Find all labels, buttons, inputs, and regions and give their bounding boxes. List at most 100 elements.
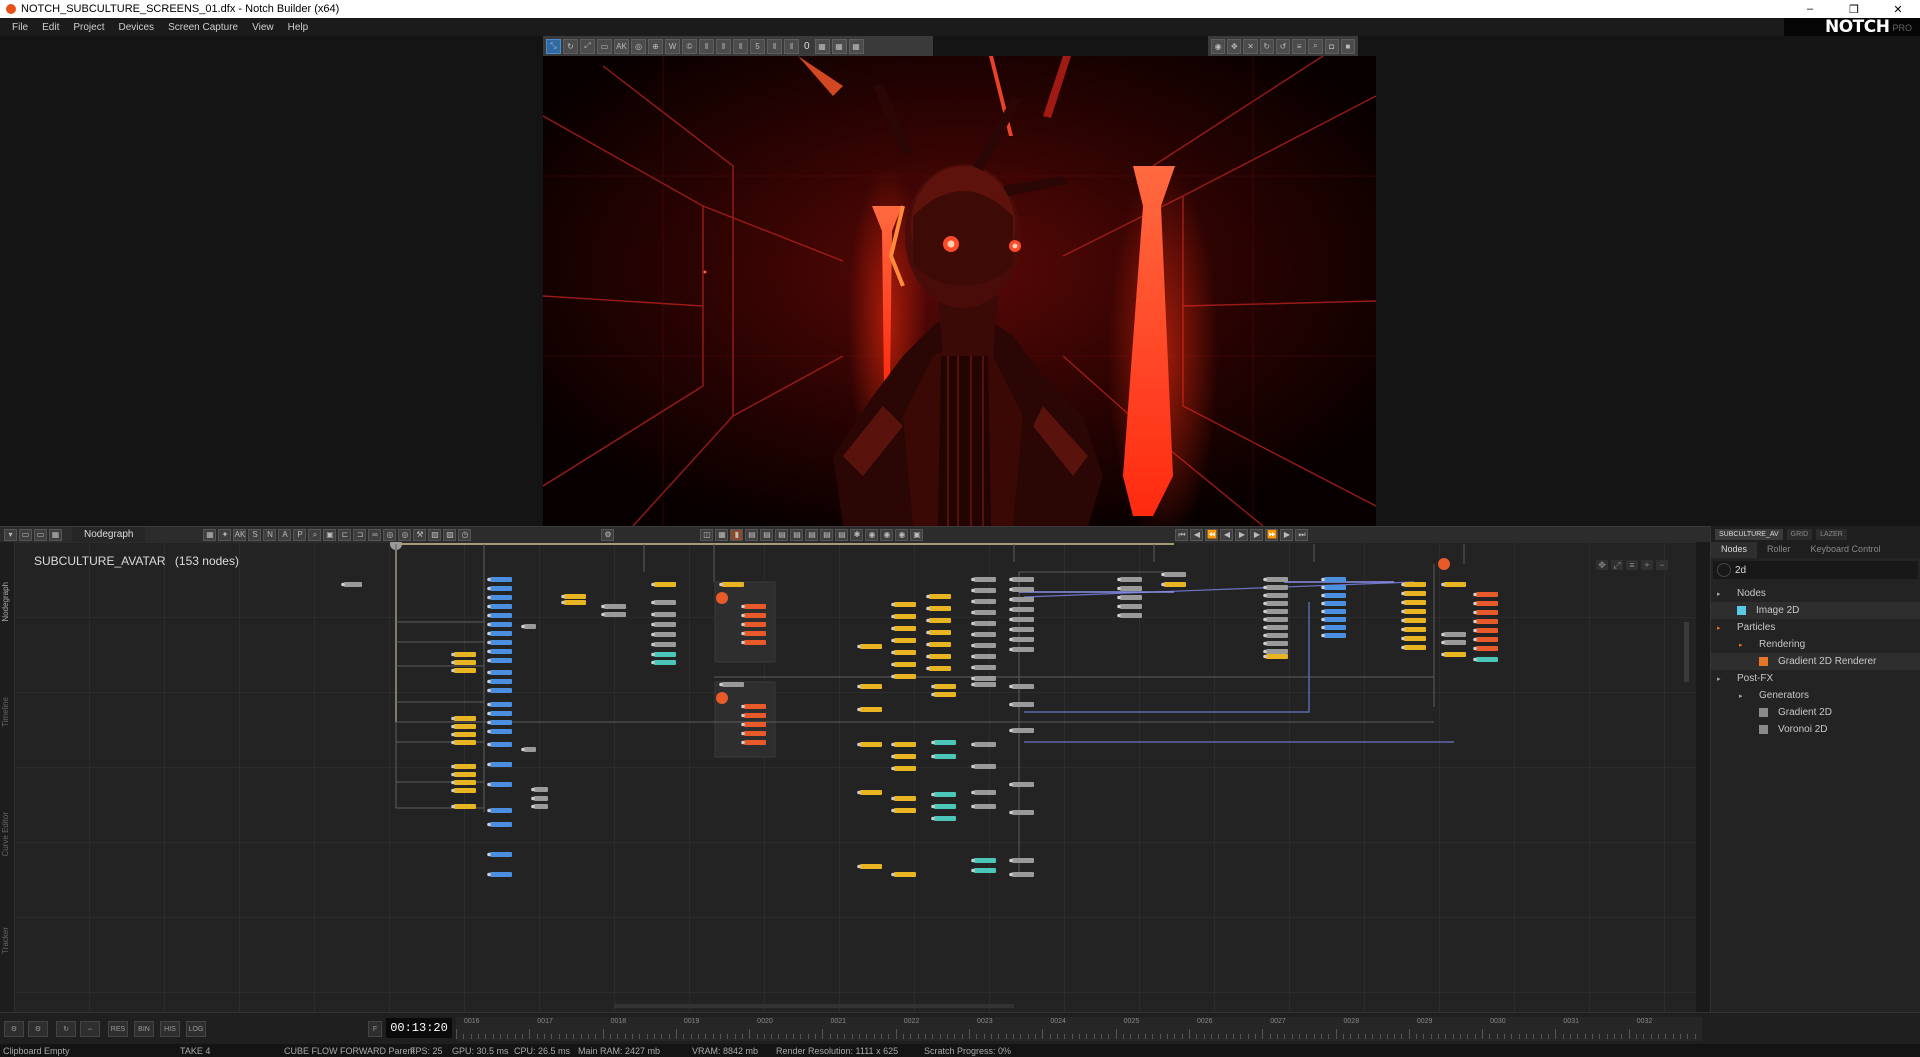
playhead-mode-icon[interactable]: F	[368, 1021, 382, 1037]
tree-item-particles[interactable]: ▸ Particles	[1711, 619, 1920, 636]
step-icon[interactable]: ‖	[716, 38, 731, 54]
grid-step-icon[interactable]: ‖	[733, 38, 748, 54]
maximize-button[interactable]: ❐	[1832, 0, 1876, 18]
snap-angle-icon[interactable]: ‖	[784, 38, 799, 54]
zoom-icon[interactable]: ⌕	[1308, 38, 1323, 54]
nodegraph-canvas[interactable]: SUBCULTURE_AVATAR (153 nodes) ✥ ⤢ ≡ + −	[14, 542, 1696, 1012]
tree-item-post-fx[interactable]: ▸ Post-FX	[1711, 670, 1920, 687]
color-channels-icon[interactable]: ▮	[730, 528, 744, 541]
frame-value[interactable]: 0	[801, 41, 813, 52]
tool-icon[interactable]: ⚒	[413, 528, 427, 541]
menu-help[interactable]: Help	[281, 22, 316, 33]
step-forward-icon[interactable]: ▶	[1250, 528, 1264, 541]
tree-item-nodes[interactable]: ▸ Nodes	[1711, 585, 1920, 602]
layer-tab-lazer[interactable]: LAZER	[1816, 528, 1847, 540]
link-icon[interactable]: ∞	[368, 528, 382, 541]
menu-file[interactable]: File	[0, 22, 35, 33]
view-grid-icon[interactable]: ▦	[715, 528, 729, 541]
snap-grid-icon[interactable]: ‖	[767, 38, 782, 54]
group-icon[interactable]: ◎	[383, 528, 397, 541]
side-tab-nodegraph[interactable]: Nodegraph	[1, 582, 13, 622]
render-viewport[interactable]	[543, 56, 1376, 526]
tree-item-image-2d[interactable]: Image 2D	[1711, 602, 1920, 619]
bars-icon[interactable]: ‖	[699, 38, 714, 54]
a-button[interactable]: A	[278, 528, 292, 541]
video-camera-icon[interactable]: ■	[1340, 38, 1355, 54]
n-button[interactable]: N	[263, 528, 277, 541]
menu-project[interactable]: Project	[66, 22, 111, 33]
play-icon[interactable]: ▶	[1235, 528, 1249, 541]
menu-screen-capture[interactable]: Screen Capture	[161, 22, 245, 33]
align-left-icon[interactable]: ⊏	[338, 528, 352, 541]
bin-button[interactable]: BIN	[134, 1021, 154, 1037]
snap-icon[interactable]: 5	[750, 38, 765, 54]
layout-alt-icon[interactable]: ▦	[831, 38, 847, 54]
fast-forward-icon[interactable]: ⏩	[1265, 528, 1279, 541]
view-f-icon[interactable]: ▤	[820, 528, 834, 541]
tree-item-gradient-2d[interactable]: Gradient 2D	[1711, 704, 1920, 721]
skip-end-icon[interactable]: ⏭	[1295, 528, 1309, 541]
tab-nodes[interactable]: Nodes	[1711, 542, 1758, 558]
render-settings-icon[interactable]: ⚙	[28, 1021, 48, 1037]
res-button[interactable]: RES	[108, 1021, 128, 1037]
p-button[interactable]: P	[293, 528, 307, 541]
close-button[interactable]: ✕	[1876, 0, 1920, 18]
layer-tab-subculture[interactable]: SUBCULTURE_AV	[1715, 528, 1783, 540]
camera-icon[interactable]: ◘	[1324, 38, 1339, 54]
tree-item-voronoi-2d[interactable]: Voronoi 2D	[1711, 721, 1920, 738]
view-c-icon[interactable]: ▤	[775, 528, 789, 541]
view-d-icon[interactable]: ▤	[790, 528, 804, 541]
search-icon[interactable]: ⌕	[308, 528, 322, 541]
side-tab-timeline[interactable]: Timeline	[1, 697, 13, 727]
node-search-input[interactable]	[1735, 564, 1918, 576]
minimize-button[interactable]: –	[1788, 0, 1832, 18]
tab-roller[interactable]: Roller	[1757, 542, 1801, 558]
camera-orbit-icon[interactable]: ◉	[1211, 38, 1226, 54]
copyright-icon[interactable]: ©	[682, 38, 697, 54]
panel-menu-icon[interactable]: ▾	[4, 528, 17, 541]
side-tab-curve-editor[interactable]: Curve Editor	[1, 812, 13, 856]
grid-icon[interactable]: ▦	[203, 528, 217, 541]
select-icon[interactable]: ▭	[597, 38, 612, 54]
side-tab-tracker[interactable]: Tracker	[1, 927, 13, 954]
refresh-cycle-icon[interactable]: ↻	[56, 1021, 76, 1037]
timeline-ruler[interactable]: 0016 0017 0018 0019 0020 0021 0022 0023 0024 0025…	[456, 1017, 1702, 1041]
log-button[interactable]: LOG	[186, 1021, 206, 1037]
tab-nodegraph[interactable]: Nodegraph	[72, 526, 146, 543]
layout-icon[interactable]: ▦	[814, 38, 830, 54]
move-icon[interactable]: ✥	[1227, 38, 1242, 54]
wand-icon[interactable]: ✦	[218, 528, 232, 541]
transform-icon[interactable]: ✕	[1243, 38, 1258, 54]
clock-icon[interactable]: ◷	[458, 528, 472, 541]
view-b-icon[interactable]: ▤	[760, 528, 774, 541]
layer-icon[interactable]: ▭	[19, 528, 32, 541]
hatch-icon[interactable]: ▨	[443, 528, 457, 541]
align-icon[interactable]: ⊐	[353, 528, 367, 541]
menu-devices[interactable]: Devices	[111, 22, 161, 33]
target-icon[interactable]: ◎	[631, 38, 646, 54]
view-k-icon[interactable]: ▣	[910, 528, 924, 541]
move-arrows-icon[interactable]: ⇔	[80, 1021, 100, 1037]
tree-item-gradient-2d-renderer[interactable]: Gradient 2D Renderer	[1711, 653, 1920, 670]
refresh-icon[interactable]: ↻	[1259, 38, 1274, 54]
scale-icon[interactable]: ⤢	[580, 38, 595, 54]
axis-icon[interactable]: ⤡	[546, 38, 561, 54]
loop-icon[interactable]: ◀	[1190, 528, 1204, 541]
layer-copy-icon[interactable]: ▭	[34, 528, 47, 541]
view-h-icon[interactable]: ◉	[865, 528, 879, 541]
tree-item-rendering[interactable]: ▸ Rendering	[1711, 636, 1920, 653]
undo-view-icon[interactable]: ↺	[1275, 38, 1291, 54]
settings-gear-icon[interactable]: ⚙	[4, 1021, 24, 1037]
view-i-icon[interactable]: ◉	[880, 528, 894, 541]
frame-icon[interactable]: ▣	[323, 528, 337, 541]
skip-start-icon[interactable]: ⏮	[1175, 528, 1189, 541]
clear-search-icon[interactable]	[1717, 563, 1731, 577]
s-button[interactable]: S	[248, 528, 262, 541]
layer-grid-icon[interactable]: ▦	[49, 528, 62, 541]
menu-view[interactable]: View	[245, 22, 281, 33]
layer-tab-grid[interactable]: GRID	[1786, 528, 1813, 540]
view-mode-icon[interactable]: ◫	[700, 528, 714, 541]
rotate-icon[interactable]: ↻	[563, 38, 578, 54]
tree-item-generators[interactable]: ▸ Generators	[1711, 687, 1920, 704]
tab-keyboard-control[interactable]: Keyboard Control	[1801, 542, 1891, 558]
